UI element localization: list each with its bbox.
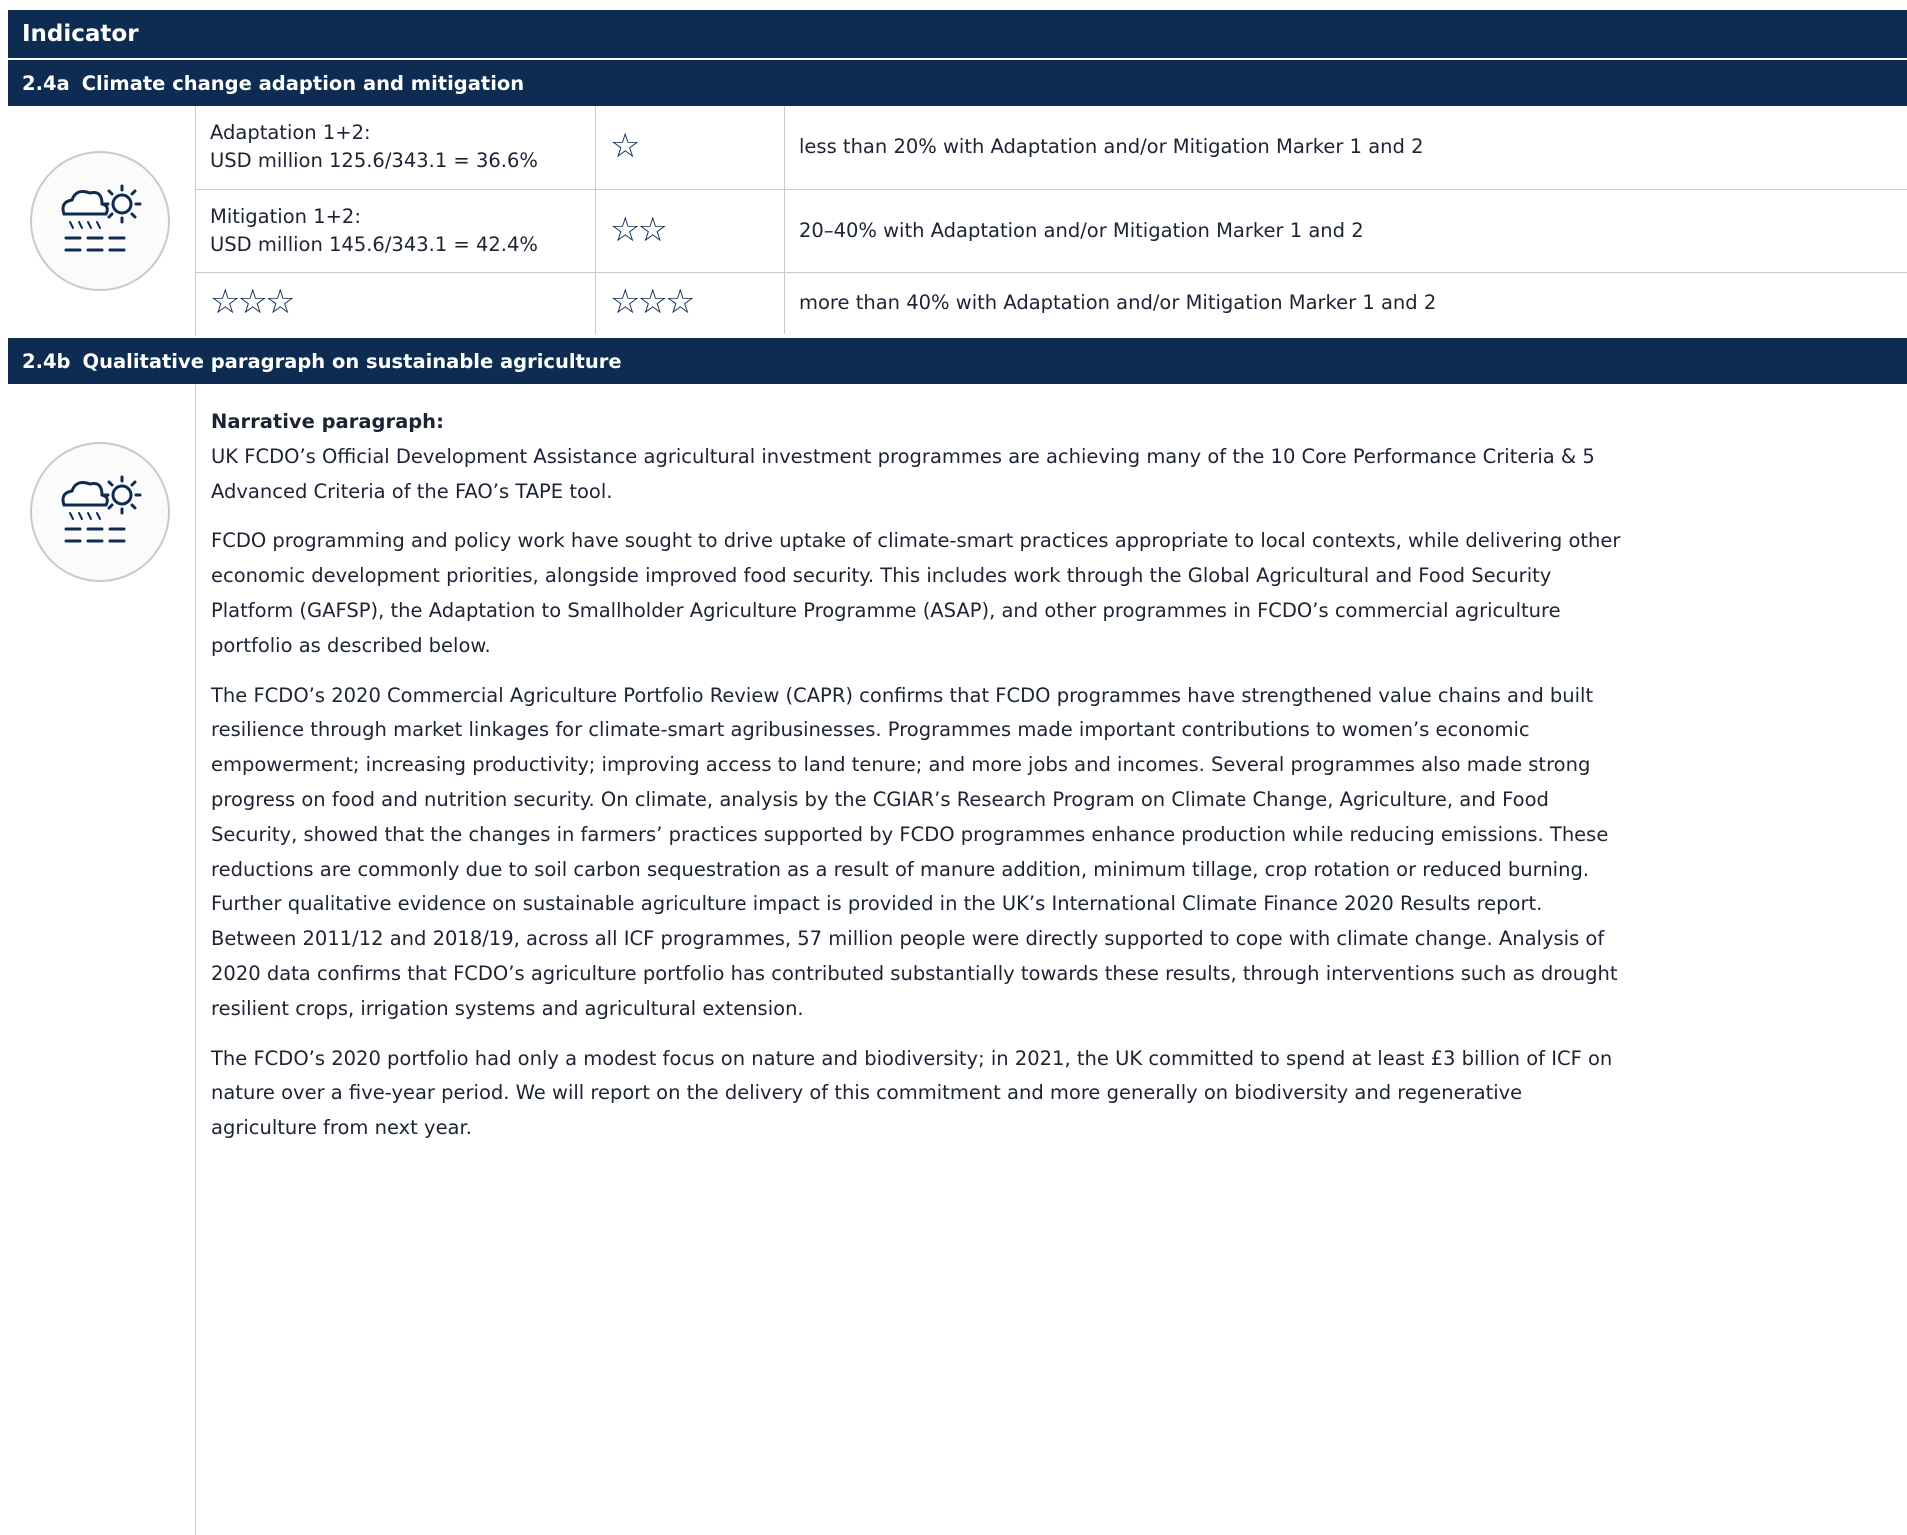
- section-2-4a-body: Adaptation 1+2: USD million 125.6/343.1 …: [8, 106, 1907, 336]
- narrative-paragraph: UK FCDO’s Official Development Assistanc…: [211, 440, 1631, 510]
- weather-climate-icon: [30, 442, 170, 582]
- section-2-4b-body: Narrative paragraph: UK FCDO’s Official …: [8, 384, 1907, 1535]
- rating-cell: ☆☆: [596, 189, 785, 272]
- indicator-table: Adaptation 1+2: USD million 125.6/343.1 …: [195, 106, 1907, 334]
- narrative-block: Narrative paragraph: UK FCDO’s Official …: [211, 405, 1631, 1161]
- narrative-paragraph: The FCDO’s 2020 portfolio had only a mod…: [211, 1042, 1631, 1146]
- section-code: 2.4a: [22, 72, 70, 95]
- weather-climate-icon: [30, 151, 170, 291]
- section-title: Climate change adaption and mitigation: [82, 72, 524, 95]
- section-2-4b-header: 2.4b Qualitative paragraph on sustainabl…: [8, 336, 1907, 384]
- score-value: USD million 145.6/343.1 = 42.4%: [210, 231, 581, 259]
- narrative-heading: Narrative paragraph:: [211, 405, 1631, 440]
- score-cell: ☆☆☆: [196, 272, 596, 334]
- criterion-cell: more than 40% with Adaptation and/or Mit…: [785, 272, 1907, 334]
- table-row: Adaptation 1+2: USD million 125.6/343.1 …: [196, 106, 1907, 189]
- section-code: 2.4b: [22, 350, 71, 373]
- section-title: Qualitative paragraph on sustainable agr…: [83, 350, 622, 373]
- star-rating-icon: ☆: [610, 126, 637, 166]
- score-label: Adaptation 1+2:: [210, 119, 581, 147]
- table-row: Mitigation 1+2: USD million 145.6/343.1 …: [196, 189, 1907, 272]
- section-2-4a-header: 2.4a Climate change adaption and mitigat…: [8, 58, 1907, 106]
- indicator-header-title: Indicator: [22, 21, 139, 47]
- rating-cell: ☆☆☆: [596, 272, 785, 334]
- column-divider: [195, 384, 196, 1535]
- narrative-paragraph: FCDO programming and policy work have so…: [211, 524, 1631, 663]
- score-value: USD million 125.6/343.1 = 36.6%: [210, 147, 581, 175]
- narrative-paragraph: The FCDO’s 2020 Commercial Agriculture P…: [211, 679, 1631, 1027]
- indicator-header: Indicator: [8, 10, 1907, 58]
- star-score-icon: ☆☆☆: [210, 282, 292, 322]
- criterion-cell: less than 20% with Adaptation and/or Mit…: [785, 106, 1907, 189]
- score-label: Mitigation 1+2:: [210, 203, 581, 231]
- score-cell: Mitigation 1+2: USD million 145.6/343.1 …: [196, 189, 596, 272]
- criterion-cell: 20–40% with Adaptation and/or Mitigation…: [785, 189, 1907, 272]
- star-rating-icon: ☆☆: [610, 210, 665, 250]
- star-rating-icon: ☆☆☆: [610, 282, 692, 322]
- indicator-page: Indicator 2.4a Climate change adaption a…: [8, 10, 1907, 1151]
- score-cell: Adaptation 1+2: USD million 125.6/343.1 …: [196, 106, 596, 189]
- rating-cell: ☆: [596, 106, 785, 189]
- table-row: ☆☆☆ ☆☆☆ more than 40% with Adaptation an…: [196, 272, 1907, 334]
